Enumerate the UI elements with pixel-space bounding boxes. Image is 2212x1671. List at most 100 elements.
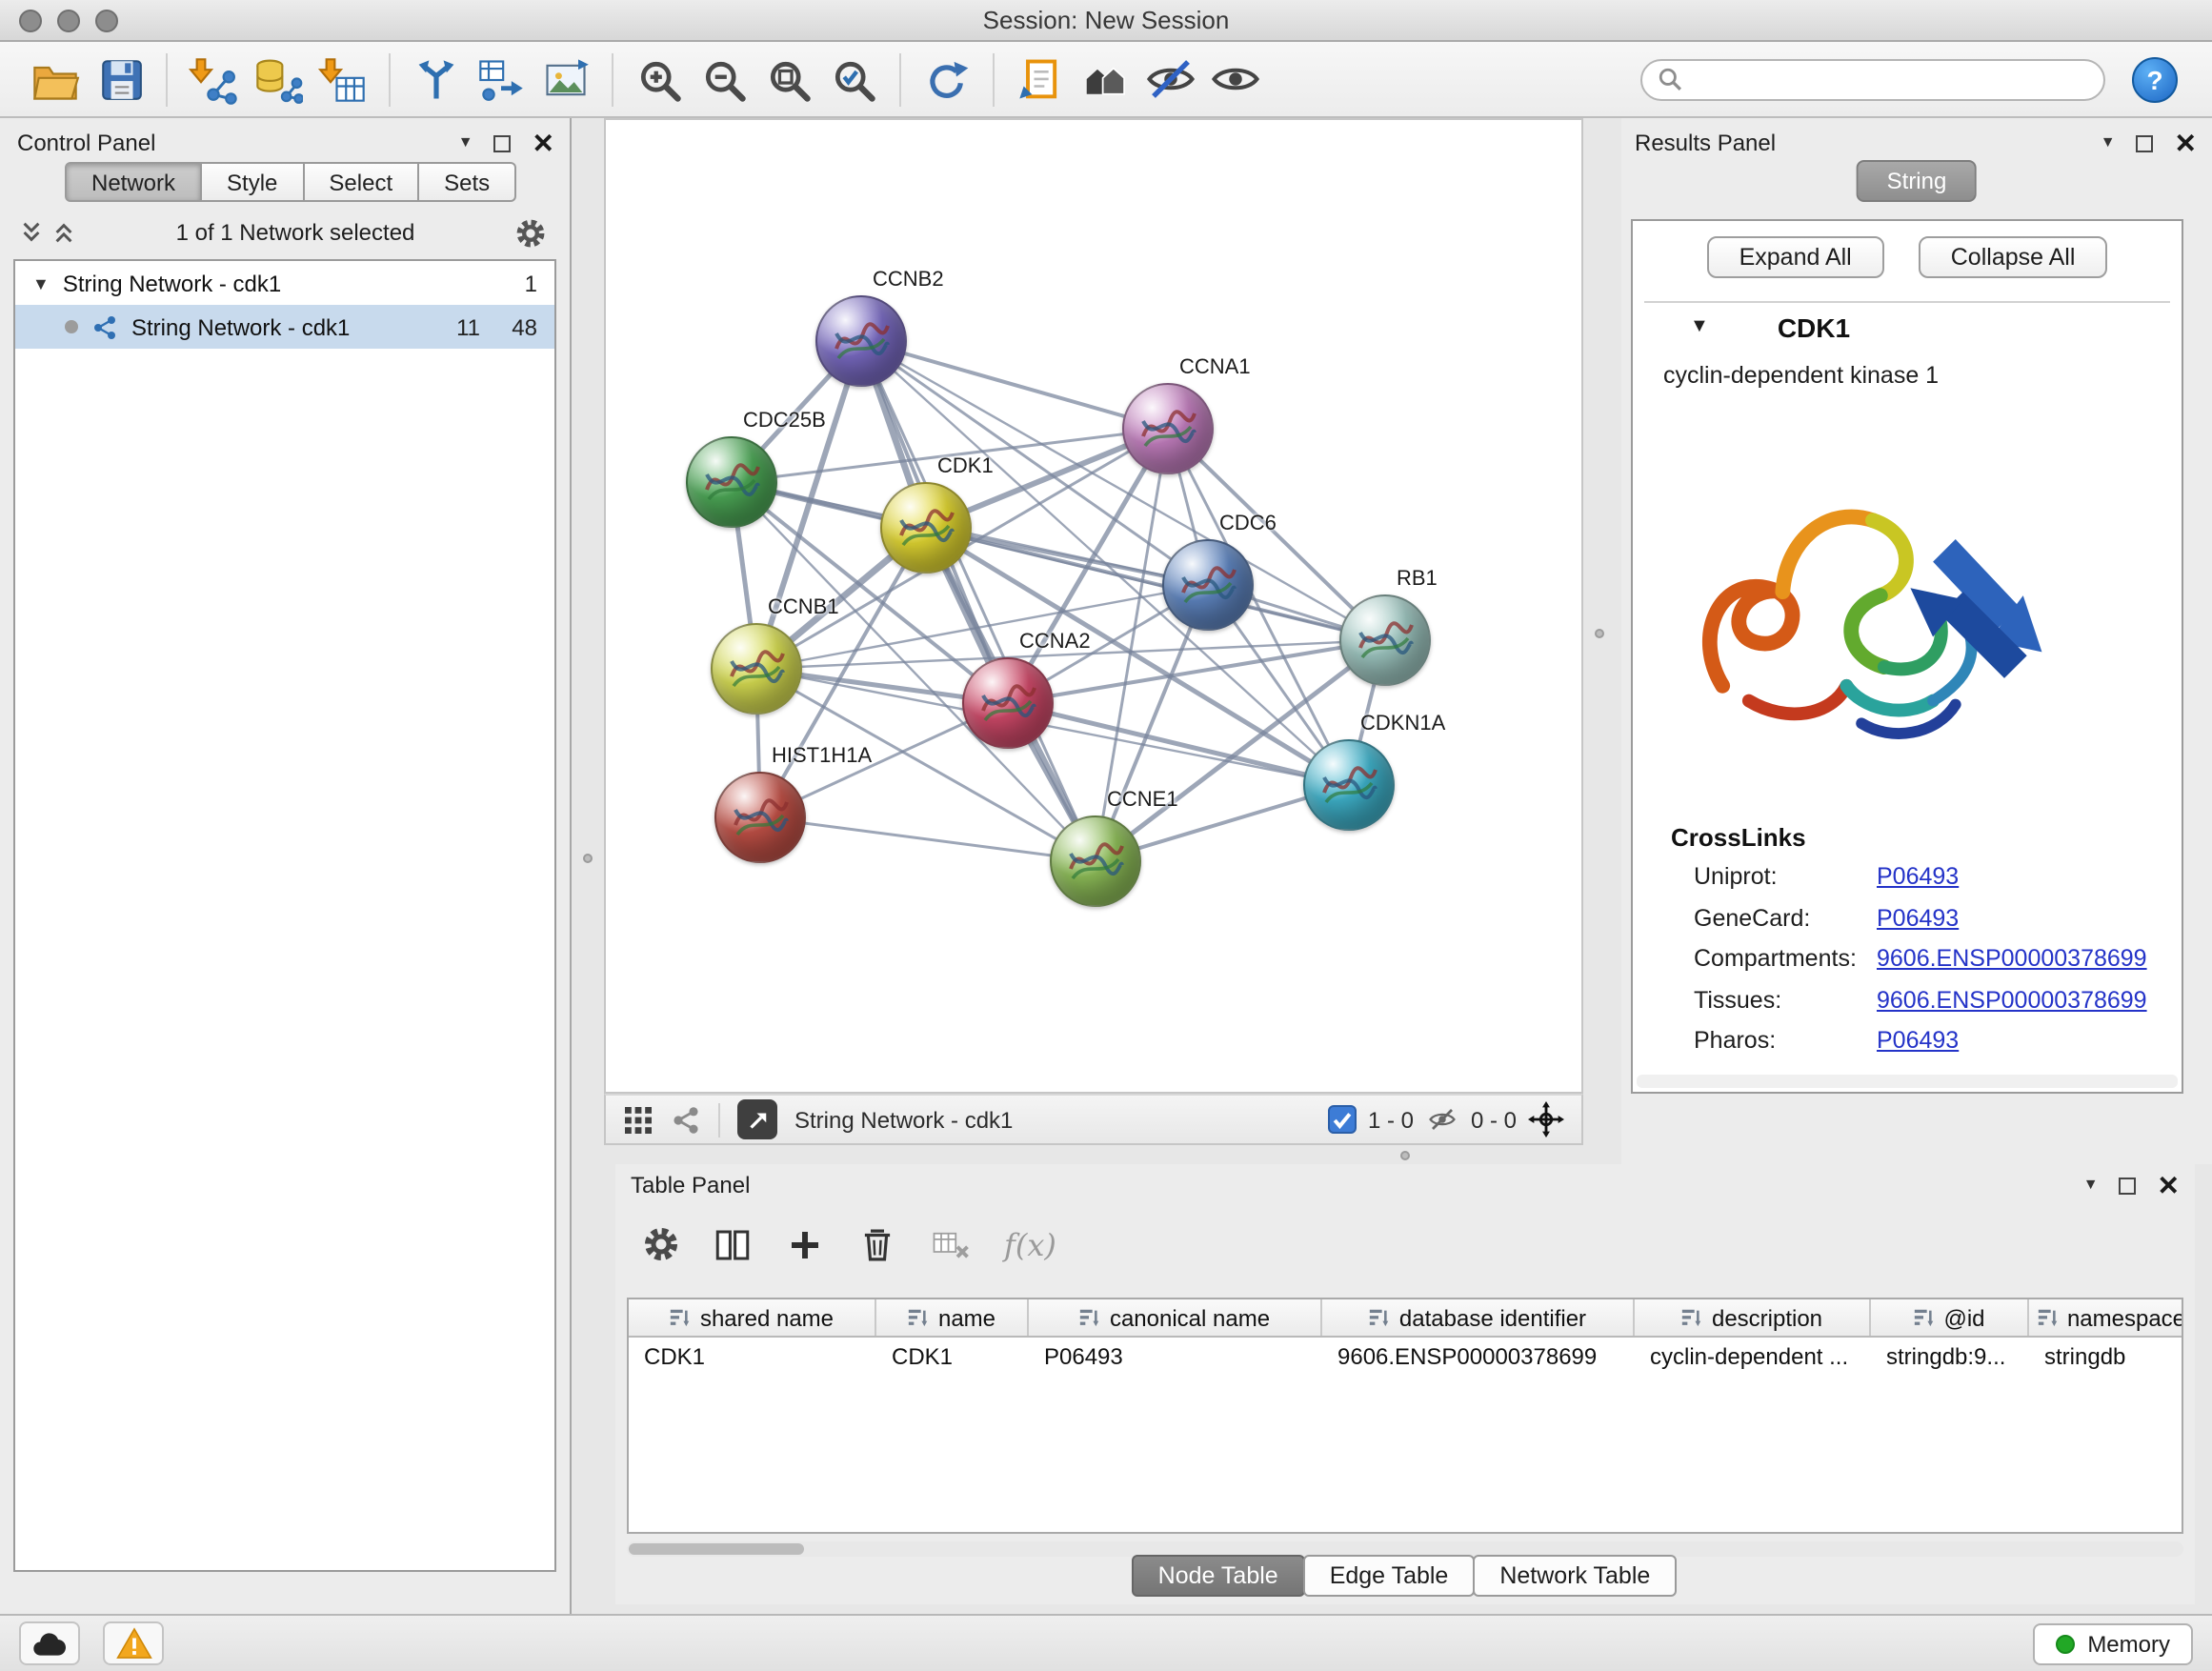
warnings-button[interactable] — [103, 1621, 164, 1665]
table-cell[interactable]: 9606.ENSP00000378699 — [1322, 1338, 1635, 1376]
document-button[interactable] — [1008, 49, 1073, 110]
tab-node-table[interactable]: Node Table — [1132, 1555, 1305, 1597]
crosslink-tissues-link[interactable]: 9606.ENSP00000378699 — [1877, 986, 2147, 1013]
tab-edge-table[interactable]: Edge Table — [1303, 1555, 1476, 1597]
network-options-gear-icon[interactable] — [514, 216, 547, 249]
open-session-button[interactable] — [23, 49, 88, 110]
network-edge[interactable] — [861, 341, 1096, 861]
control-panel-close-icon[interactable]: ✕ — [533, 130, 554, 156]
function-builder-icon[interactable]: f(x) — [1004, 1226, 1056, 1262]
column-header-database-identifier[interactable]: database identifier — [1322, 1299, 1635, 1336]
column-header-id[interactable]: @id — [1871, 1299, 2029, 1336]
crosslink-uniprot-link[interactable]: P06493 — [1877, 863, 1959, 890]
expand-all-button[interactable]: Expand All — [1707, 236, 1884, 278]
delete-table-icon[interactable] — [930, 1224, 972, 1264]
network-edge[interactable] — [760, 817, 1096, 861]
network-node-cdkn1a[interactable] — [1303, 739, 1395, 831]
table-cell[interactable]: stringdb — [2029, 1338, 2183, 1376]
network-node-ccnb2[interactable] — [815, 295, 907, 387]
import-network-file-button[interactable] — [181, 49, 246, 110]
help-button[interactable]: ? — [2132, 56, 2178, 102]
collapse-all-button[interactable]: Collapse All — [1919, 236, 2108, 278]
table-panel-menu-icon[interactable]: ▼ — [2083, 1178, 2099, 1193]
left-splitter-handle[interactable] — [583, 854, 593, 863]
hide-selection-button[interactable] — [1137, 49, 1202, 110]
network-collection-row[interactable]: ▼ String Network - cdk1 1 — [15, 261, 554, 305]
memory-button[interactable]: Memory — [2032, 1622, 2193, 1664]
column-header-name[interactable]: name — [876, 1299, 1029, 1336]
network-node-ccnb1[interactable] — [711, 623, 802, 715]
zoom-fit-button[interactable] — [756, 49, 821, 110]
results-panel-menu-icon[interactable]: ▼ — [2101, 135, 2116, 151]
control-panel-float-icon[interactable] — [494, 134, 512, 151]
network-view-canvas[interactable]: CCNB2CCNA1CDC25BCDK1CDC6RB1CCNB1CCNA2CDK… — [604, 118, 1583, 1094]
control-panel-menu-icon[interactable]: ▼ — [458, 135, 473, 151]
detach-view-button[interactable] — [737, 1099, 777, 1139]
export-image-button[interactable] — [533, 49, 598, 110]
network-node-ccne1[interactable] — [1050, 815, 1141, 907]
network-node-cdc6[interactable] — [1162, 539, 1254, 631]
column-header-canonical-name[interactable]: canonical name — [1029, 1299, 1322, 1336]
grid-view-icon[interactable] — [623, 1104, 654, 1135]
hidden-eye-icon[interactable] — [1425, 1105, 1459, 1134]
table-row[interactable]: CDK1 CDK1 P06493 9606.ENSP00000378699 cy… — [629, 1338, 2182, 1376]
network-node-cdk1[interactable] — [880, 482, 972, 574]
network-node-hist1h1a[interactable] — [714, 772, 806, 863]
collapse-all-networks-icon[interactable] — [51, 217, 76, 248]
expand-all-networks-icon[interactable] — [19, 217, 44, 248]
zoom-in-button[interactable] — [627, 49, 692, 110]
save-session-button[interactable] — [88, 49, 152, 110]
network-node-ccna1[interactable] — [1122, 383, 1214, 474]
table-cell[interactable]: CDK1 — [876, 1338, 1029, 1376]
right-splitter-handle[interactable] — [1595, 629, 1604, 638]
table-cell[interactable]: CDK1 — [629, 1338, 876, 1376]
collection-expander-icon[interactable]: ▼ — [32, 273, 50, 292]
results-scrollbar[interactable] — [1637, 1075, 2178, 1088]
network-node-rb1[interactable] — [1339, 594, 1431, 686]
cloud-button[interactable] — [19, 1621, 80, 1665]
tab-style[interactable]: Style — [202, 162, 304, 202]
table-panel-close-icon[interactable]: ✕ — [2158, 1172, 2180, 1198]
delete-column-icon[interactable] — [857, 1224, 897, 1264]
zoom-selected-button[interactable] — [821, 49, 886, 110]
crosslink-compartments-link[interactable]: 9606.ENSP00000378699 — [1877, 945, 2147, 972]
tab-string[interactable]: String — [1857, 160, 1978, 202]
search-input[interactable] — [1694, 66, 2088, 92]
selected-checkbox-icon[interactable] — [1328, 1105, 1357, 1134]
network-edge[interactable] — [756, 341, 861, 669]
tab-network[interactable]: Network — [65, 162, 202, 202]
tab-sets[interactable]: Sets — [419, 162, 516, 202]
network-edge[interactable] — [1008, 703, 1349, 785]
network-edge[interactable] — [926, 528, 1385, 640]
tab-select[interactable]: Select — [304, 162, 419, 202]
refresh-button[interactable] — [915, 49, 979, 110]
add-column-icon[interactable] — [785, 1224, 825, 1264]
column-header-namespace[interactable]: namespace — [2029, 1299, 2183, 1336]
import-network-database-button[interactable] — [246, 49, 311, 110]
table-panel-float-icon[interactable] — [2120, 1177, 2137, 1194]
scrollbar-thumb[interactable] — [629, 1543, 804, 1555]
network-node-ccna2[interactable] — [962, 657, 1054, 749]
network-node-cdc25b[interactable] — [686, 436, 777, 528]
crosslink-pharos-link[interactable]: P06493 — [1877, 1027, 1959, 1054]
network-edge[interactable] — [861, 341, 1168, 429]
gene-section-header[interactable]: ▼ CDK1 — [1644, 301, 2170, 351]
import-table-button[interactable] — [311, 49, 375, 110]
bottom-splitter-handle[interactable] — [1400, 1151, 1410, 1160]
column-header-shared-name[interactable]: shared name — [629, 1299, 876, 1336]
network-from-table-button[interactable] — [469, 49, 533, 110]
crosslink-genecard-link[interactable]: P06493 — [1877, 904, 1959, 931]
results-panel-close-icon[interactable]: ✕ — [2175, 130, 2197, 156]
network-view-share-icon[interactable] — [671, 1104, 701, 1135]
close-window-button[interactable] — [19, 9, 42, 31]
results-panel-float-icon[interactable] — [2137, 134, 2154, 151]
minimize-window-button[interactable] — [57, 9, 80, 31]
table-cell[interactable]: cyclin-dependent ... — [1635, 1338, 1871, 1376]
table-options-gear-icon[interactable] — [642, 1225, 680, 1263]
network-row-selected[interactable]: String Network - cdk1 11 48 — [15, 305, 554, 349]
show-all-button[interactable] — [1202, 49, 1267, 110]
tab-network-table[interactable]: Network Table — [1473, 1555, 1677, 1597]
home-button[interactable] — [1073, 49, 1137, 110]
zoom-out-button[interactable] — [692, 49, 756, 110]
birds-eye-view-icon[interactable] — [1528, 1101, 1564, 1137]
